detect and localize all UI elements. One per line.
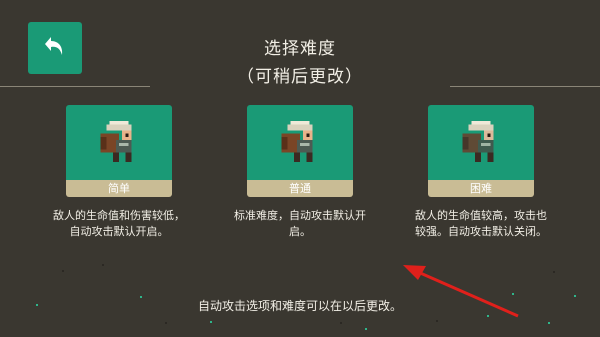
floor-speck bbox=[140, 296, 142, 298]
floor-speck bbox=[62, 270, 64, 272]
floor-speck bbox=[165, 322, 167, 324]
divider-right bbox=[450, 86, 600, 87]
page-title: 选择难度 bbox=[264, 39, 336, 59]
difficulty-card-hard[interactable]: 困难 bbox=[428, 105, 534, 197]
floor-speck bbox=[365, 328, 367, 330]
back-button[interactable] bbox=[28, 22, 82, 74]
card-label-hard: 困难 bbox=[428, 180, 534, 197]
difficulty-card-normal[interactable]: 普通 bbox=[247, 105, 353, 197]
floor-speck bbox=[340, 322, 342, 324]
floor-speck bbox=[553, 271, 555, 273]
card-art bbox=[247, 105, 353, 180]
card-label-normal: 普通 bbox=[247, 180, 353, 197]
floor-speck bbox=[487, 315, 489, 317]
floor-speck bbox=[512, 293, 514, 295]
card-description-easy: 敌人的生命值和伤害较低，自动攻击默认开启。 bbox=[53, 209, 185, 238]
floor-speck bbox=[102, 264, 104, 266]
floor-speck bbox=[36, 304, 38, 306]
difficulty-card-easy[interactable]: 简单 bbox=[66, 105, 172, 197]
card-art bbox=[66, 105, 172, 180]
card-art bbox=[428, 105, 534, 180]
floor-speck bbox=[548, 322, 550, 324]
divider-left bbox=[0, 86, 150, 87]
character-sprite-icon bbox=[281, 120, 313, 162]
floor-speck bbox=[574, 295, 576, 297]
floor-speck bbox=[210, 321, 212, 323]
card-label-easy: 简单 bbox=[66, 180, 172, 197]
return-arrow-icon bbox=[43, 35, 67, 61]
character-sprite-icon bbox=[462, 120, 494, 162]
footer-note: 自动攻击选项和难度可以在以后更改。 bbox=[197, 299, 402, 313]
card-description-normal: 标准难度，自动攻击默认开启。 bbox=[234, 209, 366, 238]
page-subtitle: （可稍后更改） bbox=[237, 67, 363, 87]
card-description-hard: 敌人的生命值较高，攻击也较强。自动攻击默认关闭。 bbox=[415, 209, 547, 238]
floor-speck bbox=[436, 320, 438, 322]
character-sprite-icon bbox=[100, 120, 132, 162]
